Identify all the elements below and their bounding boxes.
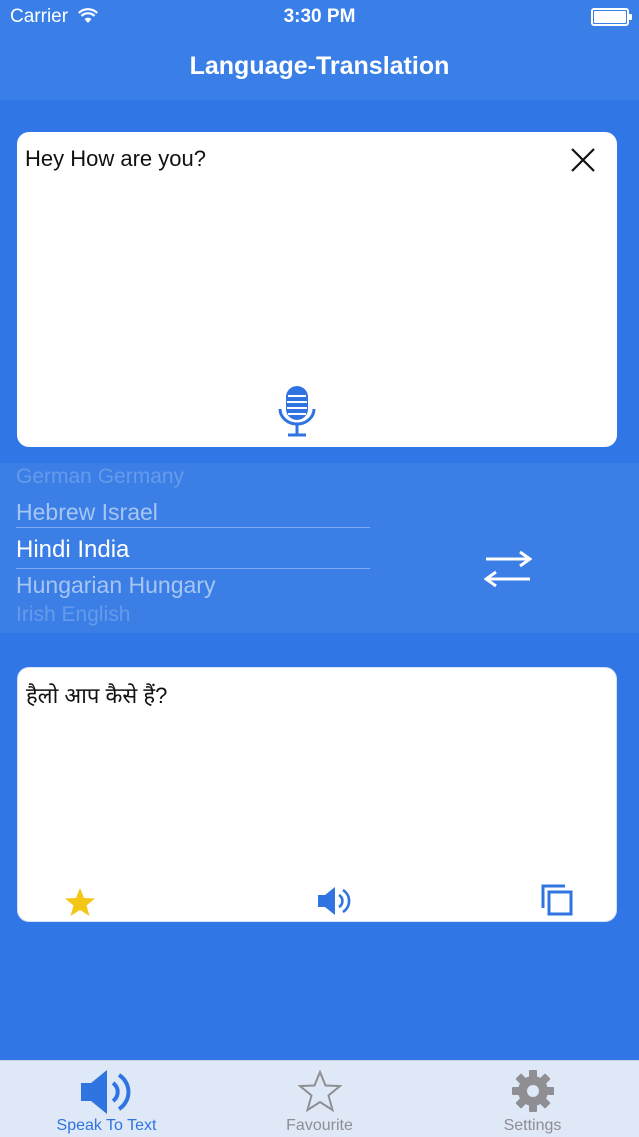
picker-selected-option[interactable]: Hindi India [16, 536, 129, 564]
picker-option[interactable]: Irish English [16, 603, 130, 627]
tab-favourite[interactable]: Favourite [213, 1061, 426, 1137]
language-picker-panel: German Germany Hebrew Israel Hindi India… [0, 463, 639, 633]
favourite-star-icon[interactable] [64, 886, 96, 918]
language-picker[interactable]: German Germany Hebrew Israel Hindi India… [16, 463, 372, 633]
source-text-card: Hey How are you? [17, 132, 617, 447]
picker-divider [16, 568, 370, 569]
tab-speak-to-text[interactable]: Speak To Text [0, 1061, 213, 1137]
picker-divider [16, 527, 370, 528]
tab-bar: Speak To Text Favourite Settings [0, 1060, 639, 1137]
translation-card: हैलो आप कैसे हैं? [17, 667, 617, 922]
tab-label: Speak To Text [56, 1117, 157, 1134]
close-icon[interactable] [569, 146, 597, 174]
swap-languages-icon[interactable] [484, 549, 532, 589]
nav-bar: Language-Translation [0, 34, 639, 100]
translated-text: हैलो आप कैसे हैं? [26, 683, 168, 708]
tab-label: Favourite [286, 1117, 353, 1134]
speaker-icon [80, 1070, 130, 1114]
picker-option[interactable]: Hungarian Hungary [16, 572, 215, 599]
battery-icon [591, 8, 632, 26]
star-outline-icon [297, 1070, 342, 1112]
picker-option[interactable]: Hebrew Israel [16, 499, 158, 526]
copy-icon[interactable] [540, 883, 574, 917]
status-bar: Carrier 3:30 PM [0, 0, 639, 34]
tab-label: Settings [503, 1117, 562, 1134]
source-text-input[interactable]: Hey How are you? [25, 146, 545, 172]
gear-icon [511, 1070, 554, 1112]
picker-option[interactable]: German Germany [16, 465, 184, 489]
speaker-icon[interactable] [316, 884, 352, 918]
microphone-icon[interactable] [277, 384, 317, 438]
page-title: Language-Translation [189, 52, 450, 80]
tab-settings[interactable]: Settings [426, 1061, 639, 1137]
clock: 3:30 PM [283, 6, 356, 27]
